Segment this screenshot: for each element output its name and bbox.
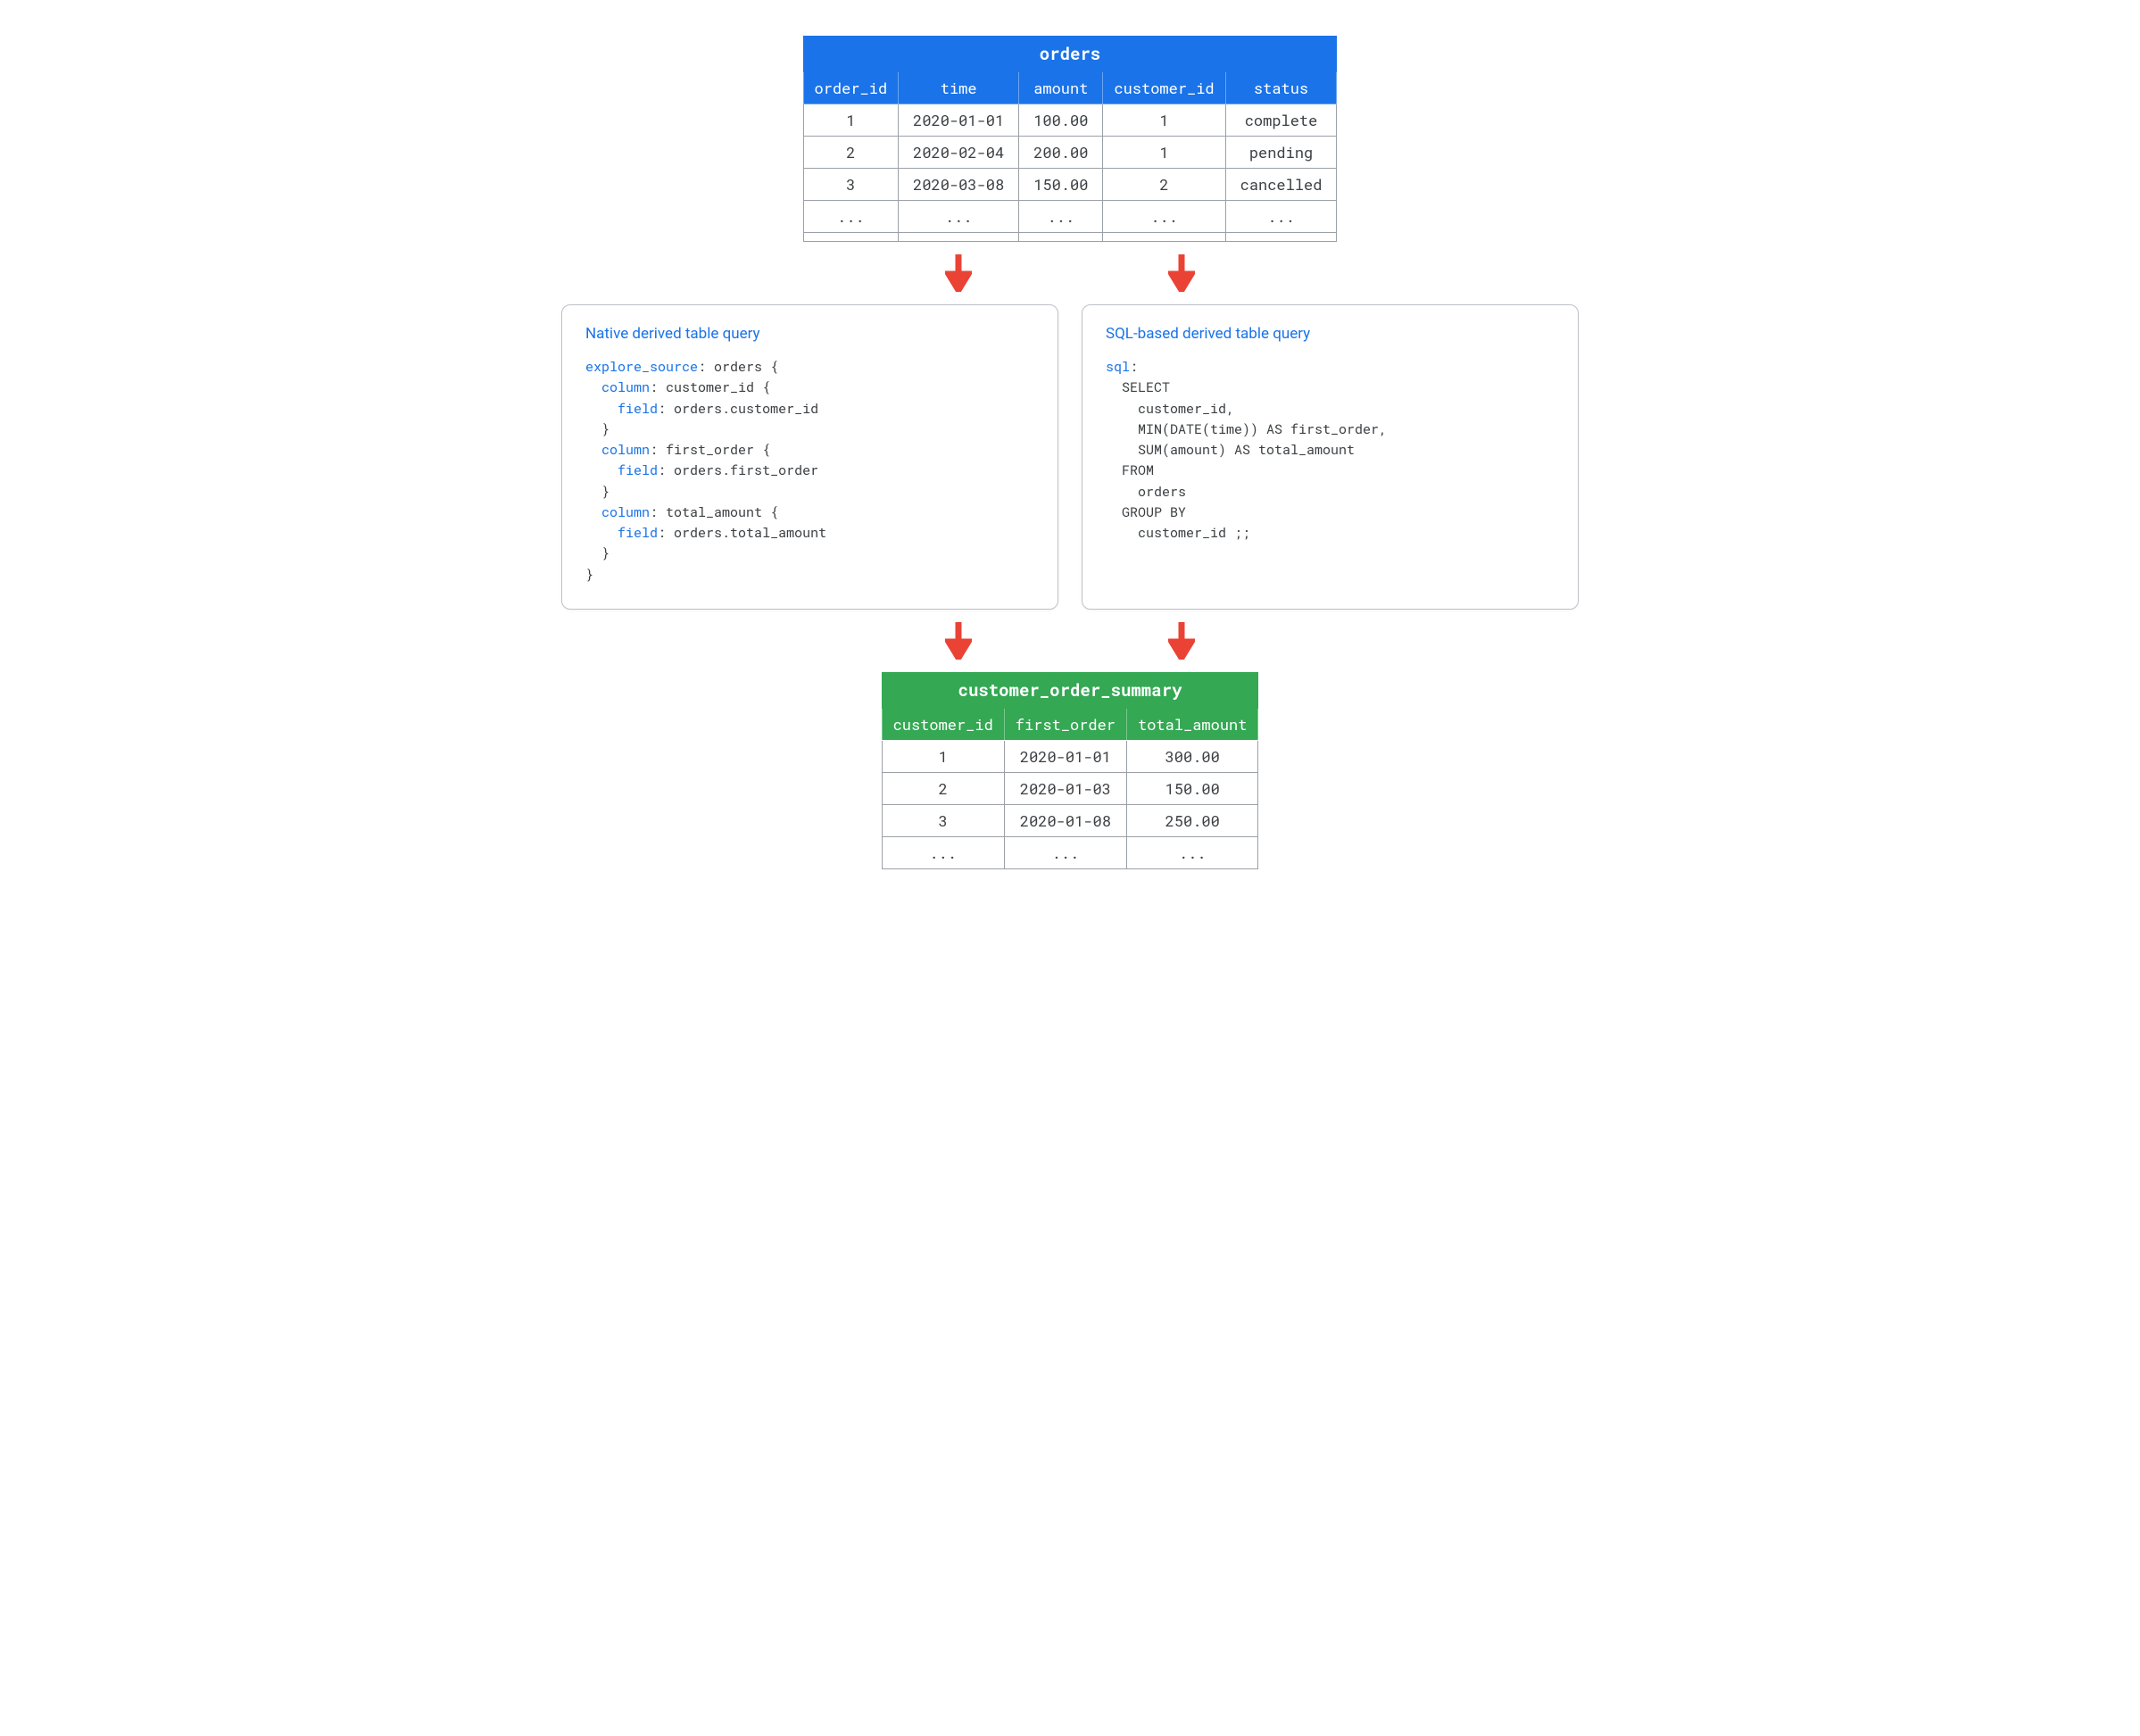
code-panels-row: Native derived table query explore_sourc… bbox=[561, 304, 1579, 610]
orders-col-time: time bbox=[899, 72, 1019, 104]
table-row: ... ... ... bbox=[882, 836, 1258, 868]
sql-panel-title: SQL-based derived table query bbox=[1106, 325, 1555, 343]
table-row: 2 2020-01-03 150.00 bbox=[882, 772, 1258, 804]
native-query-panel: Native derived table query explore_sourc… bbox=[561, 304, 1058, 610]
arrows-top bbox=[561, 254, 1579, 292]
table-row: 2 2020-02-04 200.00 1 pending bbox=[803, 137, 1337, 169]
table-row: 3 2020-03-08 150.00 2 cancelled bbox=[803, 169, 1337, 201]
table-row bbox=[803, 233, 1337, 242]
table-row: 1 2020-01-01 300.00 bbox=[882, 740, 1258, 772]
table-row: 1 2020-01-01 100.00 1 complete bbox=[803, 104, 1337, 137]
summary-col-first-order: first_order bbox=[1004, 709, 1126, 741]
arrow-down-icon bbox=[1168, 622, 1195, 660]
arrows-bottom bbox=[561, 622, 1579, 660]
diagram-container: orders order_id time amount customer_id … bbox=[561, 36, 1579, 869]
summary-col-total-amount: total_amount bbox=[1127, 709, 1258, 741]
orders-col-amount: amount bbox=[1019, 72, 1103, 104]
table-row: ... ... ... ... ... bbox=[803, 201, 1337, 233]
orders-col-customer-id: customer_id bbox=[1103, 72, 1225, 104]
orders-table: orders order_id time amount customer_id … bbox=[803, 36, 1338, 242]
table-row: 3 2020-01-08 250.00 bbox=[882, 804, 1258, 836]
arrow-down-icon bbox=[1168, 254, 1195, 292]
summary-table-title: customer_order_summary bbox=[882, 672, 1258, 709]
summary-col-customer-id: customer_id bbox=[882, 709, 1004, 741]
sql-query-panel: SQL-based derived table query sql: SELEC… bbox=[1082, 304, 1579, 610]
sql-query-code: sql: SELECT customer_id, MIN(DATE(time))… bbox=[1106, 357, 1555, 544]
orders-col-status: status bbox=[1225, 72, 1337, 104]
summary-table: customer_order_summary customer_id first… bbox=[882, 672, 1259, 869]
arrow-down-icon bbox=[945, 254, 972, 292]
native-query-code: explore_source: orders { column: custome… bbox=[585, 357, 1034, 586]
native-panel-title: Native derived table query bbox=[585, 325, 1034, 343]
orders-col-order-id: order_id bbox=[803, 72, 899, 104]
orders-table-title: orders bbox=[803, 36, 1337, 72]
arrow-down-icon bbox=[945, 622, 972, 660]
